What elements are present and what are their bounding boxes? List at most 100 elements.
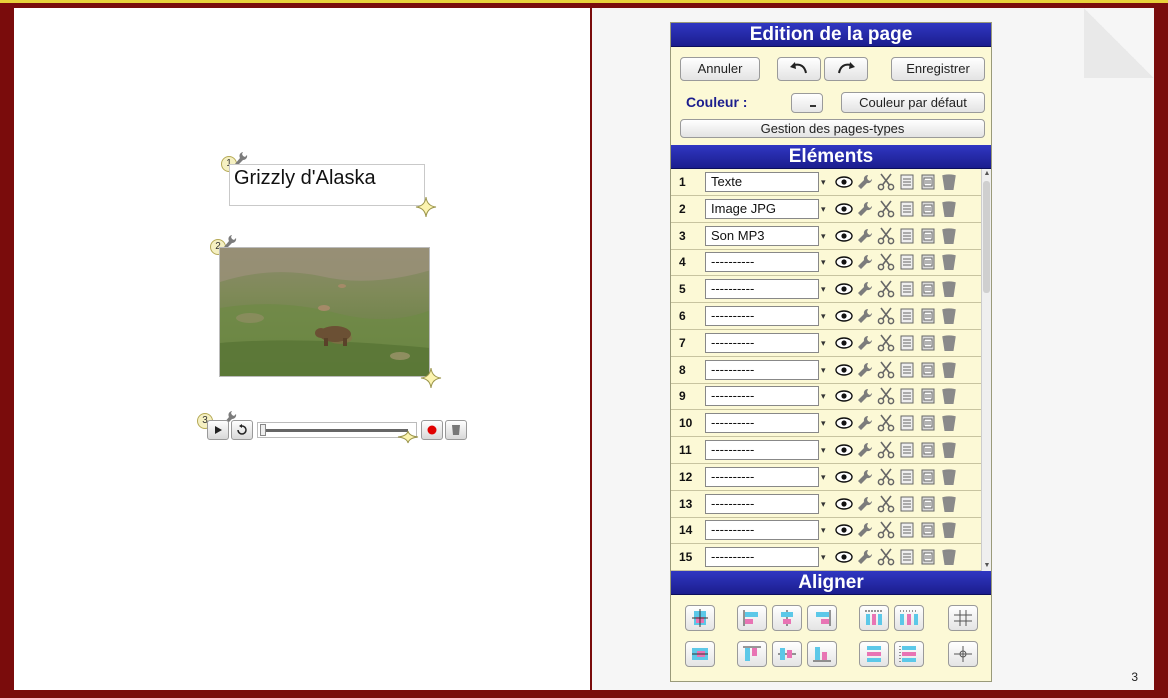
wrench-icon[interactable]	[856, 521, 874, 539]
undo-button[interactable]	[777, 57, 821, 81]
resize-handle-icon[interactable]	[415, 196, 437, 218]
copy-icon[interactable]	[898, 173, 916, 191]
scissors-icon[interactable]	[877, 280, 895, 298]
eye-icon[interactable]	[835, 173, 853, 191]
distribute-h-button[interactable]	[859, 605, 889, 631]
trash-icon[interactable]	[940, 468, 958, 486]
eye-icon[interactable]	[835, 253, 853, 271]
eye-icon[interactable]	[835, 280, 853, 298]
scissors-icon[interactable]	[877, 495, 895, 513]
wrench-icon[interactable]	[856, 468, 874, 486]
element-type-select[interactable]: Son MP3	[705, 225, 819, 246]
paste-icon[interactable]	[919, 414, 937, 432]
scroll-up-icon[interactable]: ▲	[983, 169, 991, 179]
scissors-icon[interactable]	[877, 414, 895, 432]
eye-icon[interactable]	[835, 387, 853, 405]
eye-icon[interactable]	[835, 468, 853, 486]
element-type-select[interactable]: ----------	[705, 547, 819, 568]
save-button[interactable]: Enregistrer	[891, 57, 985, 81]
grizzly-photo[interactable]	[219, 247, 430, 377]
color-picker[interactable]	[791, 93, 823, 113]
scissors-icon[interactable]	[877, 334, 895, 352]
wrench-icon[interactable]	[856, 253, 874, 271]
copy-icon[interactable]	[898, 307, 916, 325]
align-center-both-button[interactable]	[685, 605, 715, 631]
element-type-select[interactable]: ----------	[705, 520, 819, 541]
default-color-button[interactable]: Couleur par défaut	[841, 92, 985, 113]
eye-icon[interactable]	[835, 495, 853, 513]
eye-icon[interactable]	[835, 334, 853, 352]
audio-delete-button[interactable]	[445, 420, 467, 440]
copy-icon[interactable]	[898, 548, 916, 566]
eye-icon[interactable]	[835, 227, 853, 245]
eye-icon[interactable]	[835, 200, 853, 218]
eye-icon[interactable]	[835, 441, 853, 459]
scissors-icon[interactable]	[877, 227, 895, 245]
copy-icon[interactable]	[898, 200, 916, 218]
chevron-down-icon[interactable]: ▾	[821, 498, 829, 510]
copy-icon[interactable]	[898, 521, 916, 539]
copy-icon[interactable]	[898, 280, 916, 298]
paste-icon[interactable]	[919, 173, 937, 191]
trash-icon[interactable]	[940, 414, 958, 432]
trash-icon[interactable]	[940, 521, 958, 539]
wrench-icon[interactable]	[856, 361, 874, 379]
chevron-down-icon[interactable]: ▾	[821, 337, 829, 349]
paste-icon[interactable]	[919, 495, 937, 513]
wrench-icon[interactable]	[856, 173, 874, 191]
paste-icon[interactable]	[919, 334, 937, 352]
align-right-button[interactable]	[807, 605, 837, 631]
chevron-down-icon[interactable]: ▾	[821, 256, 829, 268]
align-top-button[interactable]	[737, 641, 767, 667]
cancel-button[interactable]: Annuler	[680, 57, 760, 81]
distribute-h-space-button[interactable]	[894, 605, 924, 631]
distribute-v-button[interactable]	[859, 641, 889, 667]
trash-icon[interactable]	[940, 334, 958, 352]
scissors-icon[interactable]	[877, 200, 895, 218]
copy-icon[interactable]	[898, 414, 916, 432]
chevron-down-icon[interactable]: ▾	[821, 551, 829, 563]
chevron-down-icon[interactable]: ▾	[821, 417, 829, 429]
text-element[interactable]: Grizzly d'Alaska	[229, 164, 425, 206]
paste-icon[interactable]	[919, 468, 937, 486]
trash-icon[interactable]	[940, 227, 958, 245]
wrench-icon[interactable]	[856, 441, 874, 459]
chevron-down-icon[interactable]: ▾	[821, 230, 829, 242]
scissors-icon[interactable]	[877, 441, 895, 459]
trash-icon[interactable]	[940, 361, 958, 379]
element-type-select[interactable]: ----------	[705, 359, 819, 380]
element-type-select[interactable]: ----------	[705, 306, 819, 326]
eye-icon[interactable]	[835, 361, 853, 379]
scissors-icon[interactable]	[877, 173, 895, 191]
scissors-icon[interactable]	[877, 548, 895, 566]
wrench-icon[interactable]	[856, 334, 874, 352]
paste-icon[interactable]	[919, 387, 937, 405]
scissors-icon[interactable]	[877, 387, 895, 405]
grid-button[interactable]	[948, 605, 978, 631]
scissors-icon[interactable]	[877, 521, 895, 539]
wrench-icon[interactable]	[856, 548, 874, 566]
paste-icon[interactable]	[919, 200, 937, 218]
wrench-icon[interactable]	[856, 307, 874, 325]
trash-icon[interactable]	[940, 280, 958, 298]
paste-icon[interactable]	[919, 521, 937, 539]
scissors-icon[interactable]	[877, 468, 895, 486]
copy-icon[interactable]	[898, 387, 916, 405]
element-type-select[interactable]: ----------	[705, 332, 819, 353]
scroll-down-icon[interactable]: ▼	[983, 561, 991, 571]
copy-icon[interactable]	[898, 468, 916, 486]
chevron-down-icon[interactable]: ▾	[821, 176, 829, 188]
wrench-icon[interactable]	[856, 280, 874, 298]
eye-icon[interactable]	[835, 548, 853, 566]
element-type-select[interactable]: ----------	[705, 252, 819, 273]
paste-icon[interactable]	[919, 441, 937, 459]
resize-handle-icon[interactable]	[420, 367, 442, 389]
trash-icon[interactable]	[940, 253, 958, 271]
audio-progress-bar[interactable]	[257, 422, 417, 438]
chevron-down-icon[interactable]: ▾	[821, 390, 829, 402]
element-type-select[interactable]: ----------	[705, 386, 819, 407]
eye-icon[interactable]	[835, 521, 853, 539]
paste-icon[interactable]	[919, 280, 937, 298]
paste-icon[interactable]	[919, 361, 937, 379]
chevron-down-icon[interactable]: ▾	[821, 283, 829, 295]
